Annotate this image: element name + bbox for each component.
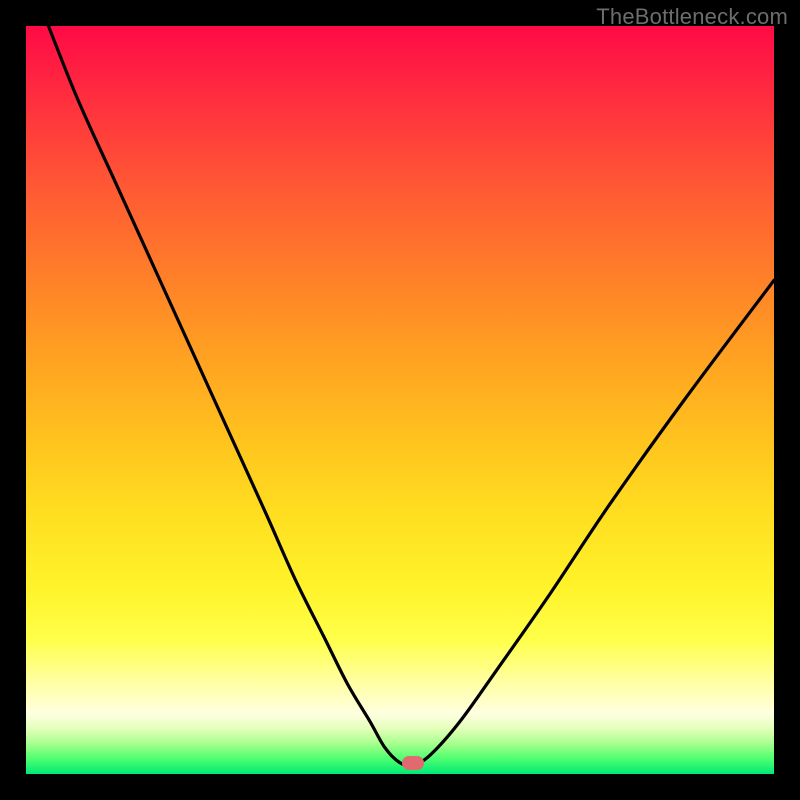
chart-frame: TheBottleneck.com: [0, 0, 800, 800]
plot-area: [26, 26, 774, 774]
minimum-marker: [402, 756, 424, 770]
bottleneck-curve: [26, 26, 774, 774]
